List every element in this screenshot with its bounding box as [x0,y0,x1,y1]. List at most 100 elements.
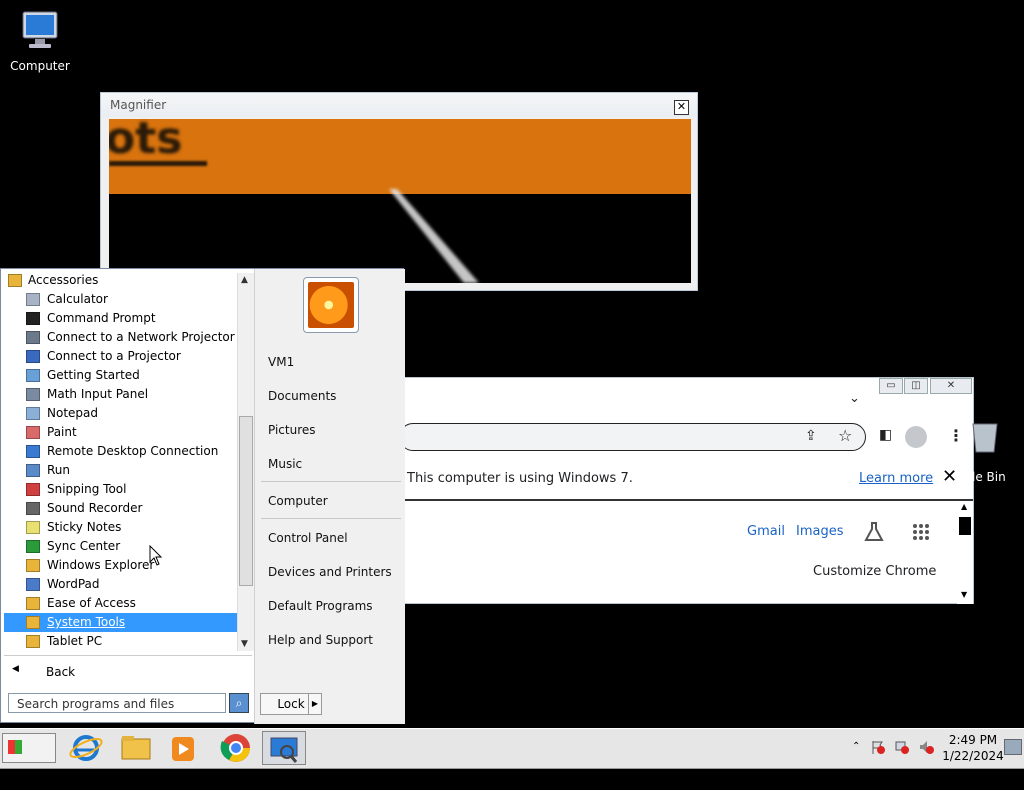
profile-avatar-icon[interactable] [905,426,927,448]
clock-date: 1/22/2024 [942,749,1004,763]
program-item[interactable]: Calculator [4,290,238,309]
folder-icon [26,616,40,629]
start-right-item[interactable]: Documents [268,389,336,403]
program-item[interactable]: Accessories [4,271,238,290]
chrome-scroll-thumb[interactable] [959,517,971,535]
scroll-up-arrow-icon[interactable]: ▲ [241,275,248,285]
infobar: This computer is using Windows 7. Learn … [405,455,973,501]
magnifier-close-button[interactable]: ✕ [674,100,689,115]
start-label: Start [3,769,38,783]
search-input[interactable]: Search programs and files [8,693,226,713]
program-item[interactable]: Remote Desktop Connection [4,442,238,461]
user-avatar[interactable] [303,277,359,333]
program-item[interactable]: Paint [4,423,238,442]
folder-icon [26,597,40,610]
network-projector-icon [26,331,40,344]
programs-scroll-thumb[interactable] [239,416,253,586]
shutdown-options-arrow-icon[interactable]: ▶ [308,693,322,715]
separator [261,481,401,482]
program-item[interactable]: Tablet PC [4,632,238,651]
folder-icon [26,635,40,648]
program-item[interactable]: Windows Explorer [4,556,238,575]
start-right-item[interactable]: Default Programs [268,599,373,613]
desktop-computer-icon[interactable]: Computer [0,8,80,73]
address-bar[interactable] [399,423,866,451]
program-item[interactable]: Snipping Tool [4,480,238,499]
program-label: Remote Desktop Connection [47,444,219,458]
chrome-window[interactable]: ▭ ◫ ✕ ⌄ ⇪ ☆ ◧ ⋮ This computer is using W… [399,377,974,604]
gmail-link[interactable]: Gmail [747,524,785,539]
internet-explorer-taskbar-icon[interactable] [64,731,108,765]
paint-icon [26,426,40,439]
scroll-down-arrow-icon[interactable]: ▼ [241,639,248,649]
window-close-button[interactable]: ✕ [930,378,972,394]
program-item[interactable]: Command Prompt [4,309,238,328]
program-label: Ease of Access [47,596,136,610]
math-input-icon [26,388,40,401]
program-item[interactable]: Getting Started [4,366,238,385]
bookmark-star-icon[interactable]: ☆ [838,426,852,445]
volume-muted-icon[interactable] [918,739,934,755]
start-button[interactable]: Start [2,733,56,783]
program-item[interactable]: Run [4,461,238,480]
network-icon[interactable] [894,739,910,755]
magnifier-window[interactable]: Magnifier ✕ ots [100,92,698,291]
notepad-icon [26,407,40,420]
start-right-item[interactable]: Help and Support [268,633,373,647]
program-item[interactable]: Sync Center [4,537,238,556]
desktop-recycle-bin-icon[interactable]: le Bin [968,418,1024,488]
learn-more-link[interactable]: Learn more [859,471,933,486]
windows-explorer-taskbar-icon[interactable] [114,731,158,765]
start-right-item[interactable]: Pictures [268,423,316,437]
program-label: Snipping Tool [47,482,127,496]
program-label: Math Input Panel [47,387,149,401]
chrome-menu-icon[interactable]: ⋮ [948,426,964,445]
show-desktop-icon[interactable] [1004,739,1022,755]
images-link[interactable]: Images [796,524,844,539]
program-item[interactable]: Sticky Notes [4,518,238,537]
restore-button[interactable]: ◫ [904,378,928,394]
magnifier-taskbar-icon[interactable] [262,731,306,765]
program-item[interactable]: Connect to a Network Projector [4,328,238,347]
cmd-icon [26,312,40,325]
program-label: Getting Started [47,368,140,382]
start-right-item[interactable]: Music [268,457,302,471]
all-programs-list: Accessories Calculator Command Prompt Conne… [4,271,238,653]
start-right-item[interactable]: Computer [268,494,328,508]
snipping-tool-icon [26,483,40,496]
program-item[interactable]: Sound Recorder [4,499,238,518]
minimize-button[interactable]: ▭ [879,378,903,394]
customize-chrome-button[interactable]: Customize Chrome [813,564,936,579]
program-label: System Tools [47,615,126,629]
start-menu[interactable]: Accessories Calculator Command Prompt Conne… [0,268,405,724]
program-item[interactable]: System Tools [4,613,238,632]
program-item[interactable]: Math Input Panel [4,385,238,404]
back-button[interactable]: ◀ Back [4,655,252,688]
start-right-item[interactable]: VM1 [268,355,294,369]
chrome-taskbar-icon[interactable] [214,731,258,765]
program-label: Calculator [47,292,108,306]
show-hidden-icons-icon[interactable]: ⌃ [852,741,860,752]
apps-grid-icon[interactable] [912,523,930,541]
search-icon[interactable]: ⌕ [229,693,249,713]
program-item[interactable]: Notepad [4,404,238,423]
program-item[interactable]: WordPad [4,575,238,594]
program-item[interactable]: Connect to a Projector [4,347,238,366]
side-panel-icon[interactable]: ◧ [879,427,892,443]
labs-flask-icon[interactable] [863,521,885,543]
infobar-close-button[interactable]: ✕ [942,466,957,487]
getting-started-icon [26,369,40,382]
tab-search-chevron-icon[interactable]: ⌄ [849,391,860,406]
program-item[interactable]: Ease of Access [4,594,238,613]
start-right-item[interactable]: Control Panel [268,531,348,545]
start-right-item[interactable]: Devices and Printers [268,565,392,579]
clock[interactable]: 2:49 PM 1/22/2024 [940,732,1006,764]
chrome-scrollbar[interactable]: ▲ ▼ [957,502,973,604]
media-player-taskbar-icon[interactable] [162,731,206,765]
desktop-computer-label: Computer [10,59,70,73]
programs-scrollbar[interactable]: ▲ ▼ [237,273,254,651]
action-center-flag-icon[interactable] [870,739,886,755]
infobar-message: This computer is using Windows 7. [407,471,633,486]
share-icon[interactable]: ⇪ [805,428,817,444]
flower-picture-icon [308,282,354,328]
